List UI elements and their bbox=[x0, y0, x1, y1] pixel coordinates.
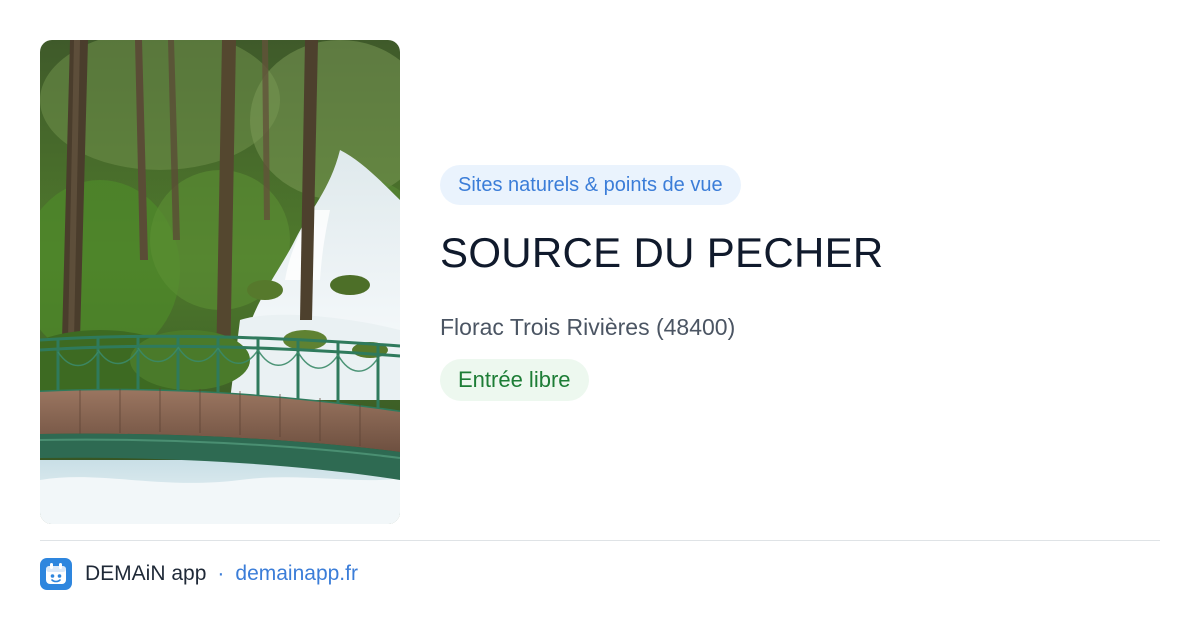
page-title: SOURCE DU PECHER bbox=[440, 229, 884, 276]
footer-separator: · bbox=[217, 562, 225, 585]
app-domain-link[interactable]: demainapp.fr bbox=[235, 562, 358, 586]
category-tag[interactable]: Sites naturels & points de vue bbox=[440, 165, 741, 205]
footer-divider bbox=[40, 540, 1160, 541]
app-name: DEMAiN app bbox=[85, 562, 207, 585]
footer: DEMAiN app · demainapp.fr bbox=[40, 558, 358, 590]
location-text: Florac Trois Rivières (48400) bbox=[440, 314, 736, 340]
price-badge: Entrée libre bbox=[440, 359, 589, 401]
listing-info: Sites naturels & points de vue SOURCE DU… bbox=[440, 165, 1160, 401]
listing-photo bbox=[40, 40, 400, 524]
waterfall-bridge-image bbox=[40, 40, 400, 524]
demain-calendar-icon bbox=[40, 558, 72, 590]
